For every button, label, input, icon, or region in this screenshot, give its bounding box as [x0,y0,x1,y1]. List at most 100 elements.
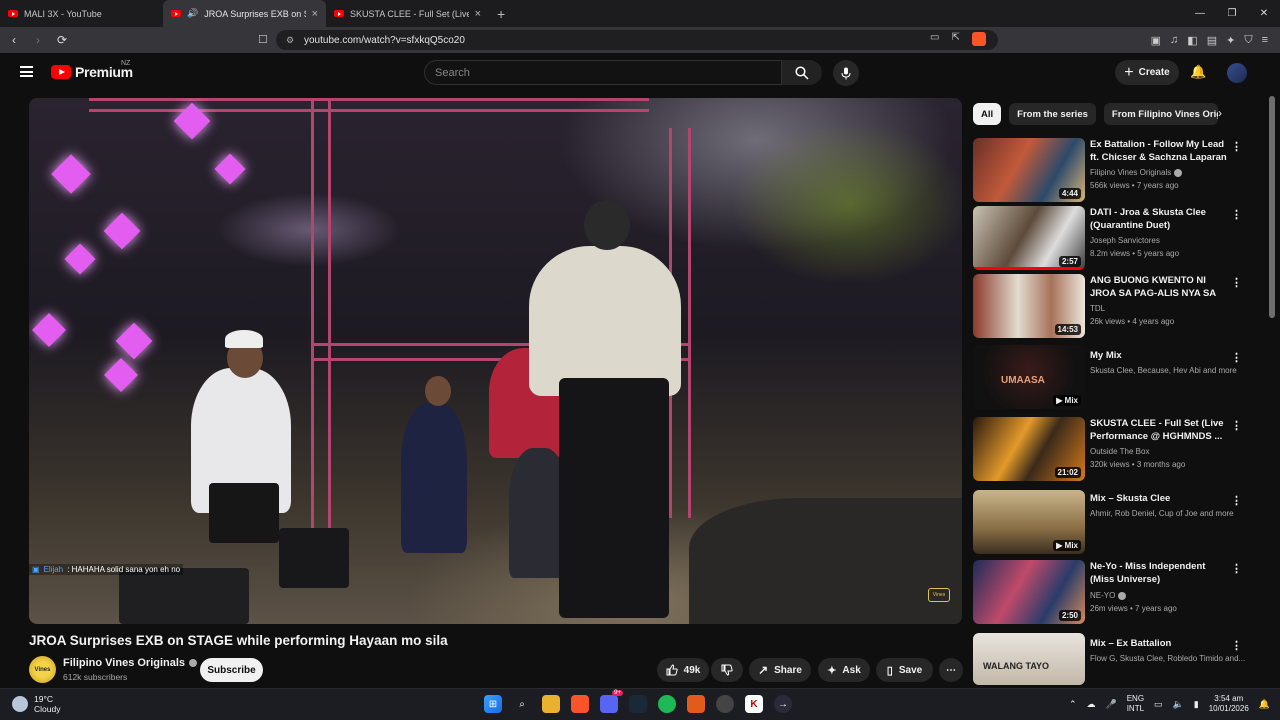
search-taskbar-icon[interactable]: ⌕ [513,695,531,713]
speaker-icon[interactable]: 🔊 [187,8,198,19]
microphone-tray-icon[interactable]: 🎤 [1105,699,1116,710]
browser-menu-icon[interactable]: ≡ [1262,34,1268,47]
video-thumbnail[interactable]: 14:53 [973,274,1085,338]
discord-icon[interactable]: 9+ [600,690,623,713]
reload-icon[interactable]: ⟳ [52,33,72,47]
video-thumbnail[interactable]: 2:50 [973,560,1085,624]
more-vertical-icon[interactable]: ⋮ [1231,208,1242,221]
brave-shields-icon[interactable] [971,32,986,46]
screenshot-icon[interactable]: ▣ [1151,34,1161,47]
app-orange-icon[interactable] [687,695,705,713]
more-vertical-icon[interactable]: ⋮ [1231,562,1242,575]
create-button[interactable]: + Create [1115,60,1179,85]
recommendation-item[interactable]: 4:44 Ex Battalion - Follow My Lead ft. C… [973,138,1263,202]
notification-center-icon[interactable]: 🔔 [1259,699,1270,710]
more-vertical-icon[interactable]: ⋮ [1231,351,1242,364]
more-vertical-icon[interactable]: ⋮ [1231,276,1242,289]
windows-start-icon[interactable]: ⊞ [484,695,502,713]
chip-from-channel[interactable]: From Filipino Vines Originals [1103,103,1218,125]
chip-from-series[interactable]: From the series [1009,103,1096,125]
mix-thumbnail[interactable]: ▶ Mix [973,490,1085,554]
recommendation-title[interactable]: ANG BUONG KWENTO NI JROA SA PAG-ALIS NYA… [1090,275,1230,301]
channel-name-row[interactable]: Filipino Vines Originals [63,657,198,669]
minimize-icon[interactable]: — [1184,0,1216,27]
recommendation-item[interactable]: 14:53 ANG BUONG KWENTO NI JROA SA PAG-AL… [973,274,1263,338]
like-button[interactable]: 49k [657,658,709,682]
video-thumbnail[interactable]: 4:44 [973,138,1085,202]
app-dark-icon[interactable]: → [774,695,792,713]
recommendation-title[interactable]: Ex Battalion - Follow My Lead ft. Chicse… [1090,139,1230,165]
recommendation-item[interactable]: ▶ Mix Mix – Skusta Clee Ahmir, Rob Denie… [973,490,1263,554]
recommendation-title[interactable]: Mix – Skusta Clee [1090,493,1230,506]
mix-thumbnail[interactable]: UMAASA ▶ Mix [973,345,1085,409]
network-icon[interactable]: ▭ [1154,699,1163,710]
recommendation-item[interactable]: WALANG TAYO Mix – Ex Battalion Flow G, S… [973,633,1263,685]
tray-expand-icon[interactable]: ⌃ [1069,699,1077,710]
site-info-icon[interactable]: ⚙ [286,35,294,46]
forward-icon[interactable]: › [28,33,48,47]
mix-thumbnail[interactable]: WALANG TAYO [973,633,1085,685]
recommendation-title[interactable]: My Mix [1090,350,1230,363]
taskbar-clock[interactable]: 3:54 am 10/01/2026 [1209,694,1249,714]
recommendation-title[interactable]: Ne-Yo - Miss Independent (Miss Universe) [1090,561,1230,586]
battery-icon[interactable]: ▮ [1194,699,1199,710]
page-scrollbar[interactable] [1269,96,1275,318]
notifications-bell-icon[interactable]: 🔔 [1190,64,1206,80]
close-tab-icon[interactable]: × [312,8,318,20]
cast-icon[interactable]: ▭ [930,32,939,46]
volume-icon[interactable]: 🔈 [1173,699,1184,710]
recommendation-title[interactable]: Mix – Ex Battalion [1090,638,1230,651]
new-tab-icon[interactable]: + [489,6,513,22]
url-field[interactable]: ⚙ youtube.com/watch?v=sfxkqQ5co20 [276,30,998,50]
music-icon[interactable]: ♫ [1170,34,1178,47]
youtube-premium-logo[interactable]: Premium NZ [51,60,133,80]
ask-button[interactable]: ✦ Ask [818,658,870,682]
app-chrome-icon[interactable] [716,695,734,713]
video-player[interactable]: ▣ Elijah : HAHAHA solid sana yon eh no V… [29,98,962,624]
more-actions-button[interactable]: ⋯ [939,658,963,682]
leo-ai-icon[interactable]: ✦ [1226,34,1235,47]
file-explorer-icon[interactable] [542,695,560,713]
hamburger-menu-icon[interactable] [20,66,33,77]
recommendation-item[interactable]: 2:57 DATI - Jroa & Skusta Clee (Quaranti… [973,206,1263,270]
brave-browser-icon[interactable] [571,695,589,713]
recommendation-item[interactable]: 21:02 SKUSTA CLEE - Full Set (Live Perfo… [973,417,1263,481]
wallet-icon[interactable]: ▤ [1207,34,1217,47]
subscribe-button[interactable]: Subscribe [200,658,263,682]
browser-tab-2[interactable]: 🔊 JROA Surprises EXB on STAGE × [163,0,326,27]
account-avatar[interactable] [1227,63,1247,83]
recommendation-item[interactable]: 2:50 Ne-Yo - Miss Independent (Miss Univ… [973,560,1263,624]
tray-app-icon[interactable]: ☁ [1086,699,1095,710]
video-thumbnail[interactable]: 2:57 [973,206,1085,270]
video-thumbnail[interactable]: 21:02 [973,417,1085,481]
language-indicator[interactable]: ENG INTL [1127,694,1144,714]
steam-icon[interactable] [629,695,647,713]
back-icon[interactable]: ‹ [4,33,24,47]
recommendation-title[interactable]: SKUSTA CLEE - Full Set (Live Performance… [1090,418,1230,443]
chip-all[interactable]: All [973,103,1002,125]
close-tab-icon[interactable]: × [475,8,481,20]
app-k-icon[interactable]: K [745,695,763,713]
recommendation-item[interactable]: UMAASA ▶ Mix My Mix Skusta Clee, Because… [973,345,1263,409]
browser-tab-1[interactable]: MALI 3X - YouTube [0,0,163,27]
more-vertical-icon[interactable]: ⋮ [1231,494,1242,507]
sidebar-icon[interactable]: ◧ [1187,34,1197,47]
chevron-right-icon[interactable]: › [1218,106,1222,120]
voice-search-button[interactable] [833,60,859,86]
browser-tab-3[interactable]: SKUSTA CLEE - Full Set (Live Performa × [326,0,489,27]
weather-widget[interactable]: 19°C Cloudy [12,694,60,714]
restore-icon[interactable]: ❐ [1216,0,1248,27]
more-vertical-icon[interactable]: ⋮ [1231,639,1242,652]
share-page-icon[interactable]: ⇱ [951,32,959,46]
dislike-button[interactable] [711,658,743,682]
search-button[interactable] [782,60,822,85]
bookmark-icon[interactable]: ☐ [258,33,268,46]
more-vertical-icon[interactable]: ⋮ [1231,419,1242,432]
save-button[interactable]: ▯ Save [876,658,933,682]
vpn-icon[interactable]: ⛉ [1244,34,1252,47]
channel-avatar[interactable]: Vines [29,656,56,683]
recommendation-title[interactable]: DATI - Jroa & Skusta Clee (Quarantine Du… [1090,207,1230,232]
spotify-icon[interactable] [658,695,676,713]
close-window-icon[interactable]: ✕ [1248,0,1280,27]
channel-name[interactable]: Filipino Vines Originals [63,657,185,669]
